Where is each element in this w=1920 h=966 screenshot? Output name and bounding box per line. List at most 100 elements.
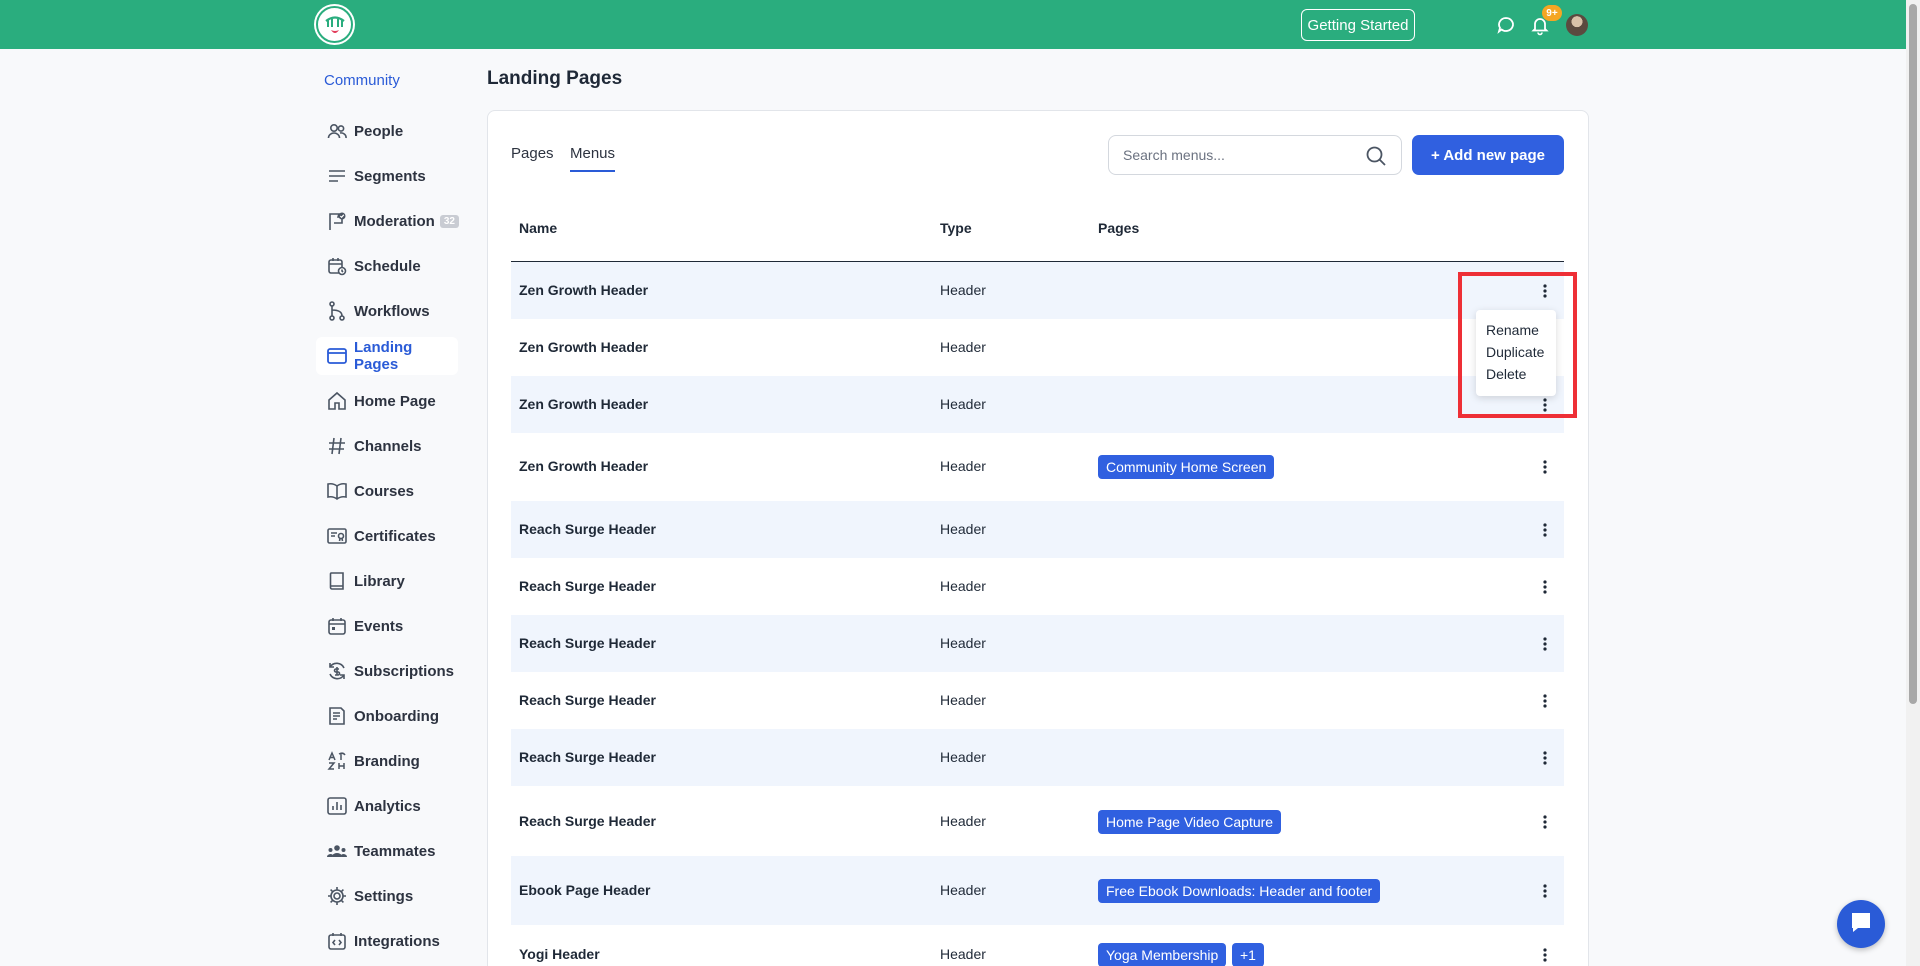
sidebar-item-schedule[interactable]: Schedule bbox=[316, 247, 458, 285]
rename-menu-item[interactable]: Rename bbox=[1486, 322, 1539, 338]
subscriptions-icon bbox=[326, 660, 348, 682]
sidebar-item-label: Courses bbox=[354, 482, 415, 500]
sidebar-item-analytics[interactable]: Analytics bbox=[316, 787, 458, 825]
sidebar-item-label: Home Page bbox=[354, 392, 436, 410]
sidebar-item-label: Workflows bbox=[354, 302, 430, 320]
row-name-cell: Reach Surge Header bbox=[519, 692, 656, 708]
sidebar-item-segments[interactable]: Segments bbox=[316, 157, 458, 195]
row-more-options-icon[interactable] bbox=[1536, 394, 1554, 416]
scrollbar-thumb[interactable] bbox=[1909, 4, 1917, 704]
sidebar-item-label: Schedule bbox=[354, 257, 421, 275]
row-name-cell: Zen Growth Header bbox=[519, 458, 649, 474]
sidebar-item-subscriptions[interactable]: Subscriptions bbox=[316, 652, 458, 690]
home-icon bbox=[326, 390, 348, 412]
add-new-page-button[interactable]: + Add new page bbox=[1412, 135, 1564, 175]
row-more-options-icon[interactable] bbox=[1536, 633, 1554, 655]
table-row[interactable]: Yogi Header Header Yoga Membership +1 bbox=[511, 925, 1564, 966]
duplicate-menu-item[interactable]: Duplicate bbox=[1486, 344, 1544, 360]
search-icon[interactable] bbox=[1365, 145, 1387, 167]
table-row[interactable]: Reach Surge Header Header bbox=[511, 672, 1564, 729]
table-row[interactable]: Ebook Page Header Header Free Ebook Downlo… bbox=[511, 856, 1564, 925]
row-name-cell: Reach Surge Header bbox=[519, 749, 656, 765]
row-more-options-icon[interactable] bbox=[1536, 944, 1554, 966]
row-type-cell: Header bbox=[940, 282, 986, 298]
book-open-icon bbox=[326, 480, 348, 502]
page-tag[interactable]: Free Ebook Downloads: Header and footer bbox=[1098, 879, 1381, 903]
sidebar-item-people[interactable]: People bbox=[316, 112, 458, 150]
row-name-cell: Zen Growth Header bbox=[519, 282, 649, 298]
sidebar-item-certificates[interactable]: Certificates bbox=[316, 517, 458, 555]
sidebar-item-label: Library bbox=[354, 572, 405, 590]
onboarding-icon bbox=[326, 705, 348, 727]
teammates-icon bbox=[326, 840, 348, 862]
row-more-options-icon[interactable] bbox=[1536, 576, 1554, 598]
sidebar-item-home-page[interactable]: Home Page bbox=[316, 382, 458, 420]
community-link[interactable]: Community bbox=[324, 72, 400, 89]
sidebar-item-integrations[interactable]: Integrations bbox=[316, 922, 458, 960]
row-type-cell: Header bbox=[940, 635, 986, 651]
table-row[interactable]: Zen Growth Header Header bbox=[511, 319, 1564, 376]
sidebar-item-workflows[interactable]: Workflows bbox=[316, 292, 458, 330]
page-tag[interactable]: Home Page Video Capture bbox=[1098, 810, 1282, 834]
schedule-icon bbox=[326, 255, 348, 277]
sidebar-item-label: Analytics bbox=[354, 797, 421, 815]
delete-menu-item[interactable]: Delete bbox=[1486, 366, 1526, 382]
sidebar-item-label: Subscriptions bbox=[354, 662, 455, 680]
table-row[interactable]: Reach Surge Header Header Home Page Video … bbox=[511, 787, 1564, 856]
sidebar-item-onboarding[interactable]: Onboarding bbox=[316, 697, 458, 735]
sidebar-item-moderation[interactable]: Moderation 32 bbox=[316, 202, 459, 240]
sidebar-item-courses[interactable]: Courses bbox=[316, 472, 458, 510]
row-more-options-icon[interactable] bbox=[1536, 519, 1554, 541]
sidebar-item-label: Integrations bbox=[354, 932, 440, 950]
row-type-cell: Header bbox=[940, 813, 986, 829]
people-icon bbox=[326, 120, 348, 142]
gear-icon bbox=[326, 885, 348, 907]
sidebar-item-teammates[interactable]: Teammates bbox=[316, 832, 458, 870]
row-type-cell: Header bbox=[940, 749, 986, 765]
sidebar-item-label: Teammates bbox=[354, 842, 436, 860]
row-more-options-icon[interactable] bbox=[1536, 280, 1554, 302]
sidebar-item-channels[interactable]: Channels bbox=[316, 427, 458, 465]
moderation-icon bbox=[326, 210, 348, 232]
getting-started-button[interactable]: Getting Started bbox=[1301, 9, 1415, 41]
sidebar-item-branding[interactable]: Branding bbox=[316, 742, 458, 780]
tab-menus[interactable]: Menus bbox=[570, 145, 616, 172]
table-row[interactable]: Zen Growth Header Header bbox=[511, 262, 1564, 319]
sidebar-item-library[interactable]: Library bbox=[316, 562, 458, 600]
notification-badge: 9+ bbox=[1542, 5, 1562, 21]
table-row[interactable]: Zen Growth Header Header Community Home Sc… bbox=[511, 433, 1564, 501]
tab-pages[interactable]: Pages bbox=[511, 145, 554, 162]
row-more-options-icon[interactable] bbox=[1536, 456, 1554, 478]
sidebar-item-settings[interactable]: Settings bbox=[316, 877, 458, 915]
sidebar-item-label: Channels bbox=[354, 437, 422, 455]
search-input[interactable] bbox=[1123, 145, 1353, 165]
row-more-options-icon[interactable] bbox=[1536, 880, 1554, 902]
sidebar-item-label: Segments bbox=[354, 167, 426, 185]
sidebar-item-landing-pages[interactable]: Landing Pages bbox=[316, 337, 458, 375]
sidebar-item-label: Onboarding bbox=[354, 707, 439, 725]
table-row[interactable]: Reach Surge Header Header bbox=[511, 615, 1564, 672]
row-actions-menu: Rename Duplicate Delete bbox=[1476, 310, 1556, 396]
page-tag[interactable]: +1 bbox=[1232, 943, 1264, 966]
row-more-options-icon[interactable] bbox=[1536, 811, 1554, 833]
row-more-options-icon[interactable] bbox=[1536, 747, 1554, 769]
page-tag[interactable]: Yoga Membership bbox=[1098, 943, 1227, 966]
row-name-cell: Yogi Header bbox=[519, 946, 600, 962]
page-scrollbar[interactable] bbox=[1906, 0, 1920, 966]
chat-icon bbox=[1848, 909, 1874, 940]
row-more-options-icon[interactable] bbox=[1536, 690, 1554, 712]
avatar[interactable] bbox=[1566, 14, 1588, 36]
row-name-cell: Zen Growth Header bbox=[519, 339, 649, 355]
sidebar-item-label: Branding bbox=[354, 752, 420, 770]
app-logo[interactable] bbox=[316, 6, 353, 43]
chat-bubble-icon[interactable] bbox=[1495, 14, 1517, 36]
page-title: Landing Pages bbox=[487, 68, 623, 89]
support-chat-button[interactable] bbox=[1837, 900, 1885, 948]
page-tag[interactable]: Community Home Screen bbox=[1098, 455, 1275, 479]
table-row[interactable]: Reach Surge Header Header bbox=[511, 558, 1564, 615]
sidebar-item-label: Events bbox=[354, 617, 404, 635]
sidebar-item-events[interactable]: Events bbox=[316, 607, 458, 645]
table-row[interactable]: Reach Surge Header Header bbox=[511, 501, 1564, 558]
table-row[interactable]: Zen Growth Header Header bbox=[511, 376, 1564, 433]
table-row[interactable]: Reach Surge Header Header bbox=[511, 729, 1564, 786]
